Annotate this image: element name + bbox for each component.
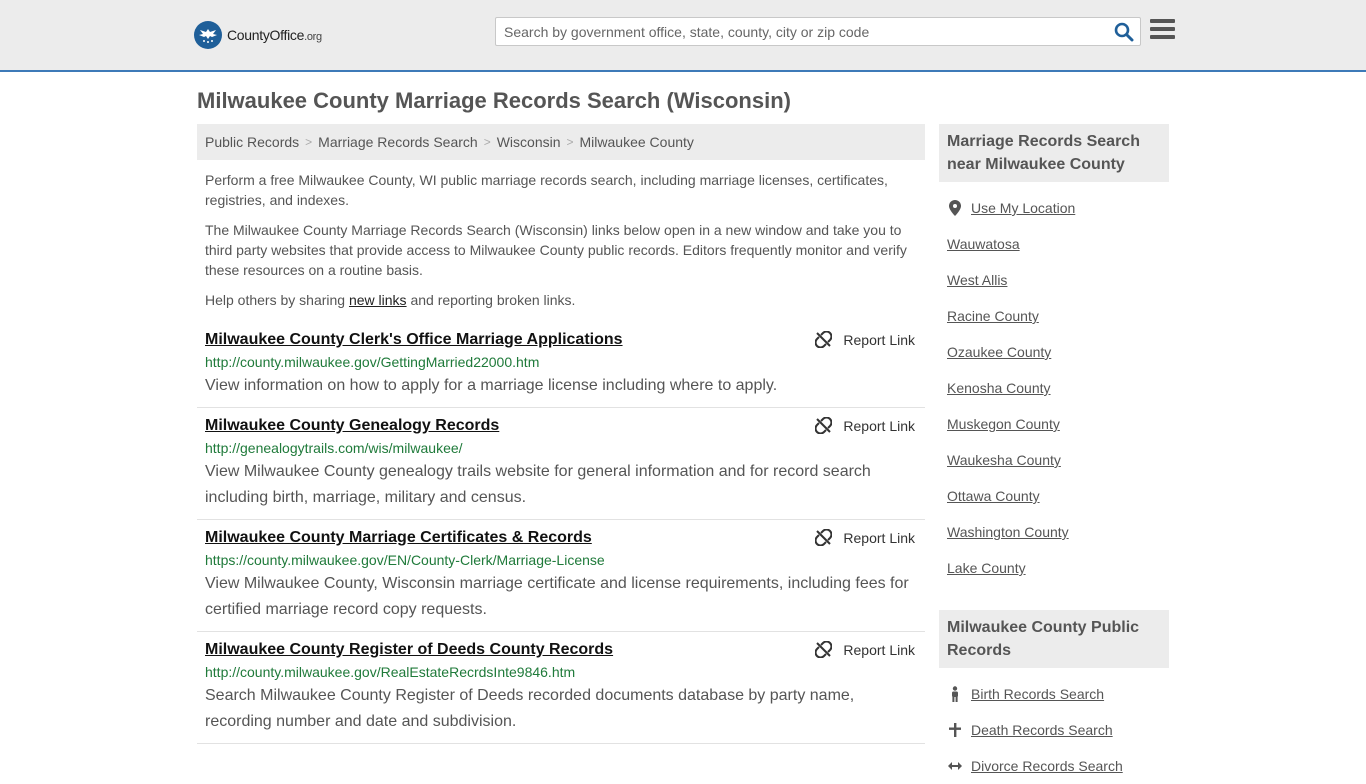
menu-bar [1150,27,1175,31]
search-icon[interactable] [1114,22,1134,42]
sidebar-item-birth-records: Birth Records Search [947,676,1161,712]
result-item: Milwaukee County Genealogy Records http:… [197,408,925,520]
page-title: Milwaukee County Marriage Records Search… [197,88,791,113]
death-records-link[interactable]: Death Records Search [971,722,1113,738]
broken-link-icon [815,641,833,658]
nearby-link[interactable]: Lake County [947,560,1026,576]
report-link-label: Report Link [843,331,915,348]
sidebar-item-nearby: West Allis [947,262,1161,298]
result-url: https://county.milwaukee.gov/EN/County-C… [205,552,605,568]
broken-link-icon [815,417,833,434]
use-my-location-link[interactable]: Use My Location [971,200,1075,216]
sidebar: Marriage Records Search near Milwaukee C… [939,124,1169,784]
search-bar [495,17,1141,46]
nearby-link[interactable]: West Allis [947,272,1007,288]
result-description: View Milwaukee County, Wisconsin marriag… [205,575,909,618]
divorce-records-link[interactable]: Divorce Records Search [971,758,1123,774]
nearby-link[interactable]: Kenosha County [947,380,1051,396]
intro-paragraph: The Milwaukee County Marriage Records Se… [205,222,907,278]
nearby-link[interactable]: Wauwatosa [947,236,1020,252]
nearby-list: Use My Location Wauwatosa West Allis Rac… [939,190,1169,586]
result-url: http://genealogytrails.com/wis/milwaukee… [205,440,463,456]
sidebar-item-nearby: Washington County [947,514,1161,550]
nearby-link[interactable]: Racine County [947,308,1039,324]
nearby-link[interactable]: Ottawa County [947,488,1040,504]
person-icon [947,686,963,702]
breadcrumb-separator: > [566,135,574,149]
sidebar-item-nearby: Wauwatosa [947,226,1161,262]
hamburger-menu-icon[interactable] [1150,19,1175,41]
result-url: http://county.milwaukee.gov/RealEstateRe… [205,664,576,680]
nearby-link[interactable]: Waukesha County [947,452,1061,468]
breadcrumb-public-records[interactable]: Public Records [205,134,299,150]
breadcrumb-milwaukee-county: Milwaukee County [579,134,694,150]
sidebar-item-divorce-records: Divorce Records Search [947,748,1161,784]
broken-link-icon [815,331,833,348]
nearby-heading: Marriage Records Search near Milwaukee C… [939,124,1169,182]
report-link-button[interactable]: Report Link [815,417,915,434]
sidebar-item-nearby: Racine County [947,298,1161,334]
public-records-heading: Milwaukee County Public Records [939,610,1169,668]
results-list: Milwaukee County Clerk's Office Marriage… [197,322,925,744]
breadcrumb-separator: > [305,135,313,149]
result-description: Search Milwaukee County Register of Deed… [205,687,855,730]
result-item: Milwaukee County Marriage Certificates &… [197,520,925,632]
arrows-icon [947,760,963,772]
report-link-button[interactable]: Report Link [815,331,915,348]
sidebar-item-nearby: Ozaukee County [947,334,1161,370]
sidebar-item-nearby: Ottawa County [947,478,1161,514]
intro-text: Perform a free Milwaukee County, WI publ… [197,170,925,310]
result-description: View Milwaukee County genealogy trails w… [205,463,871,506]
site-logo[interactable]: CountyOffice.org [194,20,322,50]
logo-suffix: .org [304,31,322,43]
intro-paragraph: Perform a free Milwaukee County, WI publ… [205,172,888,208]
main-content: Public Records > Marriage Records Search… [197,124,925,744]
nearby-link[interactable]: Washington County [947,524,1069,540]
sidebar-item-nearby: Kenosha County [947,370,1161,406]
sidebar-item-death-records: Death Records Search [947,712,1161,748]
menu-bar [1150,35,1175,39]
logo-main: CountyOffice [227,27,305,43]
site-header: CountyOffice.org [0,0,1366,72]
report-link-label: Report Link [843,529,915,546]
breadcrumb-wisconsin[interactable]: Wisconsin [497,134,561,150]
sidebar-item-use-location: Use My Location [947,190,1161,226]
new-links-link[interactable]: new links [349,292,407,308]
nearby-link[interactable]: Ozaukee County [947,344,1051,360]
broken-link-icon [815,529,833,546]
sidebar-item-nearby: Lake County [947,550,1161,586]
logo-eagle-icon [194,21,222,49]
map-pin-icon [947,200,963,216]
result-url: http://county.milwaukee.gov/GettingMarri… [205,354,540,370]
report-link-label: Report Link [843,641,915,658]
logo-text: CountyOffice.org [227,27,322,43]
result-title-link[interactable]: Milwaukee County Register of Deeds Count… [205,640,785,660]
menu-bar [1150,19,1175,23]
report-link-button[interactable]: Report Link [815,641,915,658]
intro-paragraph: Help others by sharing new links and rep… [205,290,917,310]
share-text: and reporting broken links. [406,292,576,308]
result-title-link[interactable]: Milwaukee County Marriage Certificates &… [205,528,785,548]
share-text: Help others by sharing [205,292,349,308]
public-records-section: Milwaukee County Public Records Birth Re… [939,610,1169,784]
cross-icon [947,723,963,737]
result-title-link[interactable]: Milwaukee County Genealogy Records [205,416,785,436]
birth-records-link[interactable]: Birth Records Search [971,686,1104,702]
nearby-link[interactable]: Muskegon County [947,416,1060,432]
report-link-label: Report Link [843,417,915,434]
result-description: View information on how to apply for a m… [205,377,778,394]
report-link-button[interactable]: Report Link [815,529,915,546]
breadcrumb: Public Records > Marriage Records Search… [197,124,925,160]
breadcrumb-marriage-records[interactable]: Marriage Records Search [318,134,478,150]
result-item: Milwaukee County Clerk's Office Marriage… [197,322,925,408]
result-title-link[interactable]: Milwaukee County Clerk's Office Marriage… [205,330,785,350]
sidebar-item-nearby: Waukesha County [947,442,1161,478]
search-input[interactable] [496,18,1106,45]
breadcrumb-separator: > [483,135,491,149]
result-item: Milwaukee County Register of Deeds Count… [197,632,925,744]
sidebar-item-nearby: Muskegon County [947,406,1161,442]
